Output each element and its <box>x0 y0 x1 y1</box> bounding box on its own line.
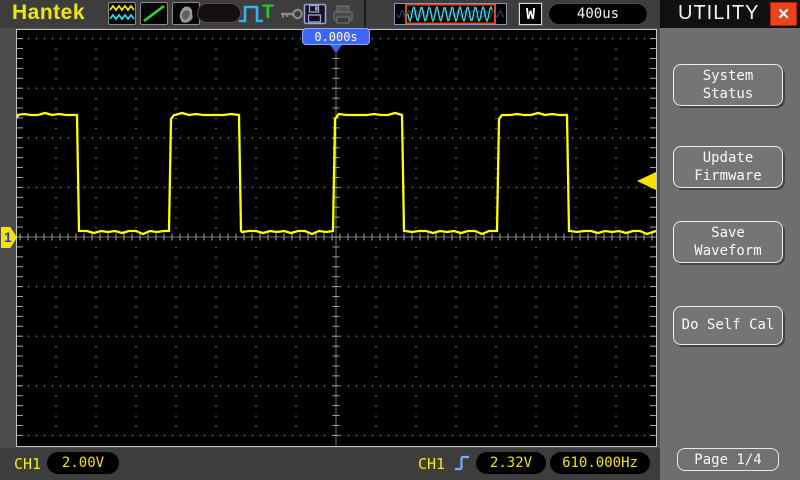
button-label-line: Firmware <box>694 168 762 184</box>
measure-line-glyph <box>143 4 165 23</box>
channels-waveform-icon[interactable] <box>108 2 136 25</box>
pulse-icon[interactable] <box>238 4 264 24</box>
oscilloscope-screen: Hantek T W 400us 0.000s 1 CH1 2.00V CH1 … <box>0 0 800 480</box>
window-zoom-icon[interactable]: W <box>519 3 542 25</box>
waveform-plot <box>16 29 657 447</box>
key-glyph <box>281 8 303 20</box>
button-label-line: Waveform <box>694 243 762 259</box>
button-label-line: Save <box>711 224 745 241</box>
frequency-readout: 610.000Hz <box>550 452 650 474</box>
timebase-readout: 400us <box>548 3 648 25</box>
update-firmware-button[interactable]: Update Firmware <box>673 146 783 188</box>
utility-menu: UTILITY ✕ System Status Update Firmware … <box>660 0 800 480</box>
empty-readout-oval <box>197 3 241 23</box>
trigger-position-pointer[interactable] <box>330 45 342 53</box>
hand-icon[interactable] <box>172 2 200 25</box>
top-toolbar: Hantek T W 400us <box>0 0 660 28</box>
ch1-scale-readout: 2.00V <box>47 452 119 474</box>
print-icon[interactable] <box>331 3 355 25</box>
button-label-line: Update <box>702 149 754 166</box>
status-bar: CH1 2.00V CH1 2.32V 610.000Hz <box>0 448 660 480</box>
measure-line-icon[interactable] <box>140 2 168 25</box>
menu-title: UTILITY <box>678 2 760 24</box>
do-self-cal-button[interactable]: Do Self Cal <box>673 306 783 345</box>
button-label-line: Do Self Cal <box>681 317 775 334</box>
page-button[interactable]: Page 1/4 <box>677 448 779 471</box>
save-waveform-button[interactable]: Save Waveform <box>673 221 783 263</box>
print-glyph <box>333 5 353 24</box>
save-disk-glyph <box>303 3 327 25</box>
rising-edge-icon <box>454 452 471 473</box>
toolbar-divider <box>364 0 366 28</box>
plot-canvas <box>17 30 656 446</box>
close-icon[interactable]: ✕ <box>770 2 797 26</box>
key-lock-icon[interactable] <box>280 7 304 21</box>
trigger-position-marker[interactable]: 0.000s <box>302 28 370 45</box>
button-label-line: Status <box>702 86 754 102</box>
system-status-button[interactable]: System Status <box>673 64 783 106</box>
rising-edge-glyph <box>455 455 469 471</box>
pulse-glyph <box>239 5 263 23</box>
trigger-source-label: CH1 <box>418 455 446 473</box>
horizontal-preview[interactable] <box>394 3 507 25</box>
trigger-level-readout: 2.32V <box>476 452 546 474</box>
ch1-label: CH1 <box>14 455 42 473</box>
preview-canvas <box>396 3 505 25</box>
hantek-logo: Hantek <box>12 1 86 24</box>
channels-waveform-glyph <box>109 4 135 21</box>
trigger-t-icon[interactable]: T <box>262 2 274 24</box>
button-label-line: System <box>702 67 754 84</box>
save-disk-icon[interactable] <box>303 3 327 25</box>
hand-glyph <box>179 6 193 23</box>
menu-header: UTILITY ✕ <box>660 0 800 28</box>
display-frame <box>0 28 660 448</box>
